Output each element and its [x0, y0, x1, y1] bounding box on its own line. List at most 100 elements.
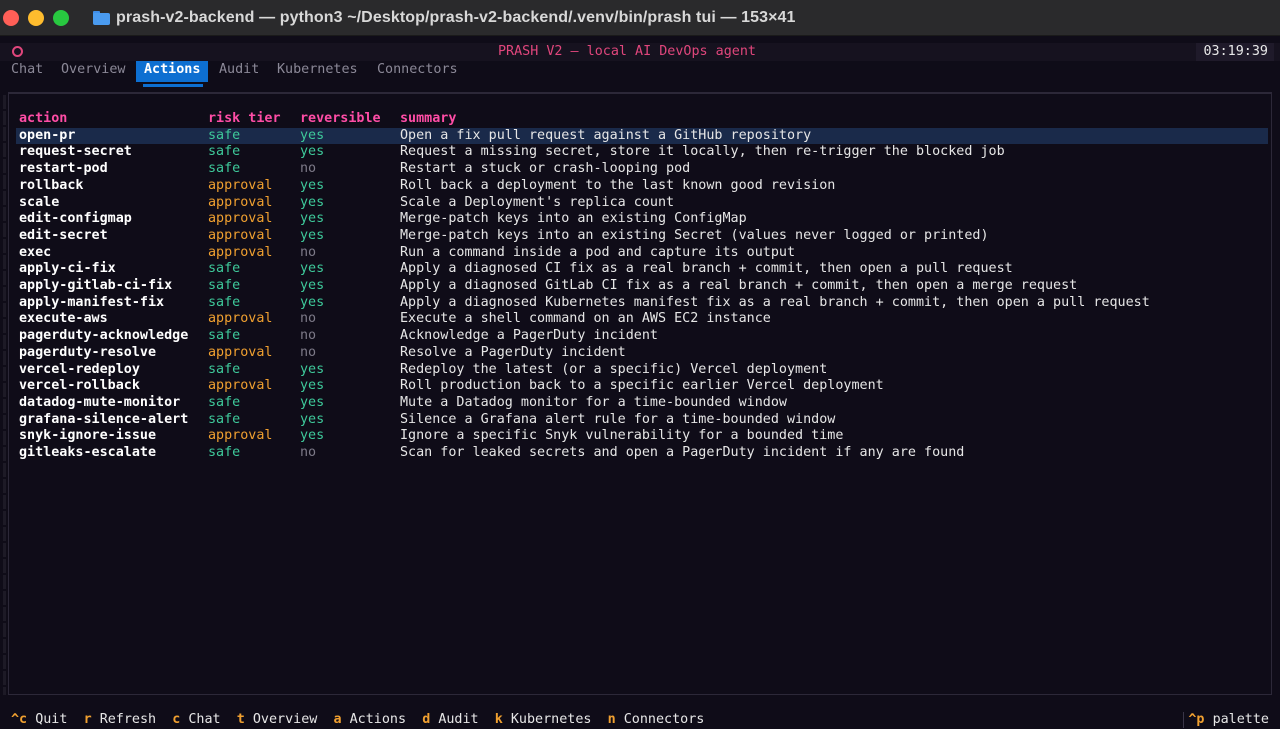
summary-cell: Redeploy the latest (or a specific) Verc… [400, 361, 828, 377]
summary-cell: Scan for leaked secrets and open a Pager… [400, 445, 965, 461]
risk-tier-cell: safe [208, 445, 241, 461]
risk-tier-cell: approval [208, 428, 273, 444]
reversible-cell: yes [300, 177, 325, 193]
risk-tier-cell: approval [208, 344, 273, 360]
table-row[interactable]: scale approval yes Scale a Deployment's rep… [16, 195, 1268, 212]
summary-cell: Merge-patch keys into an existing Config… [400, 211, 747, 227]
summary-cell: Scale a Deployment's replica count [400, 194, 675, 210]
table-row[interactable]: edit-configmap approval yes Merge-patch key… [16, 211, 1268, 228]
reversible-cell: yes [300, 261, 325, 277]
reversible-cell: yes [300, 411, 325, 427]
keybinding-connectors[interactable]: n Connectors [608, 712, 705, 727]
keybinding-label: Audit [438, 712, 479, 727]
action-cell: vercel-rollback [19, 378, 140, 394]
reversible-cell: yes [300, 211, 325, 227]
action-cell: vercel-redeploy [19, 361, 140, 377]
column-header-action[interactable]: action [16, 111, 208, 128]
action-cell: edit-secret [19, 227, 108, 243]
risk-tier-cell: approval [208, 227, 273, 243]
keybinding-label: Overview [252, 712, 318, 727]
risk-tier-cell: safe [208, 361, 241, 377]
keybinding-refresh[interactable]: r Refresh [84, 712, 157, 727]
keybinding-overview[interactable]: t Overview [237, 712, 318, 727]
table-row[interactable]: snyk-ignore-issue approval yes Ignore a spe… [16, 428, 1268, 445]
table-row[interactable]: restart-pod safe no Restart a stuck or cras… [16, 161, 1268, 178]
action-cell: open-pr [16, 127, 208, 145]
reversible-cell: no [300, 311, 317, 327]
keybinding-label: Quit [35, 712, 68, 727]
tab-audit[interactable]: Audit [219, 61, 259, 82]
summary-cell: Roll back a deployment to the last known… [400, 177, 836, 193]
table-row[interactable]: vercel-rollback approval yes Roll productio… [16, 378, 1268, 395]
table-row[interactable]: apply-gitlab-ci-fix safe yes Apply a diagno… [16, 278, 1268, 295]
tab-chat[interactable]: Chat [11, 61, 43, 82]
keybinding-kubernetes[interactable]: k Kubernetes [495, 712, 592, 727]
keybinding-key: a [333, 712, 342, 727]
keybinding-chat[interactable]: c Chat [172, 712, 220, 727]
summary-cell: Merge-patch keys into an existing Secret… [400, 227, 989, 243]
summary-cell: Acknowledge a PagerDuty incident [400, 328, 658, 344]
app-title: PRASH V2 — local AI DevOps agent [498, 44, 756, 59]
keybinding-label: Refresh [99, 712, 157, 727]
action-cell: request-secret [19, 144, 132, 160]
risk-tier-cell: approval [208, 378, 273, 394]
summary-cell: Ignore a specific Snyk vulnerability for… [400, 428, 844, 444]
table-row[interactable]: apply-manifest-fix safe yes Apply a diagnos… [16, 295, 1268, 312]
reversible-cell: yes [300, 294, 325, 310]
zoom-window-button[interactable] [53, 9, 69, 26]
minimize-window-button[interactable] [28, 9, 44, 26]
table-row[interactable]: pagerduty-resolve approval no Resolve a Pag… [16, 345, 1268, 362]
action-cell: scale [19, 194, 60, 210]
reversible-cell: no [300, 161, 317, 177]
reversible-cell: yes [300, 278, 325, 294]
keybinding-label: Actions [349, 712, 407, 727]
reversible-cell: no [300, 445, 317, 461]
column-header-summary[interactable]: summary [400, 111, 1268, 128]
palette-binding[interactable]: ^p palette [1188, 712, 1269, 727]
table-row[interactable]: open-pr safe yes Open a fix pull request ag… [16, 127, 1268, 145]
action-cell: apply-manifest-fix [19, 294, 165, 310]
column-header-reversible[interactable]: reversible [300, 111, 400, 128]
table-row[interactable]: request-secret safe yes Request a missing s… [16, 144, 1268, 161]
tab-kubernetes[interactable]: Kubernetes [277, 61, 358, 82]
table-row[interactable]: grafana-silence-alert safe yes Silence a Gr… [16, 412, 1268, 429]
keybinding-key: n [607, 712, 616, 727]
table-row[interactable]: execute-aws approval no Execute a shell com… [16, 311, 1268, 328]
summary-cell: Request a missing secret, store it local… [400, 144, 1005, 160]
tab-connectors[interactable]: Connectors [377, 61, 458, 82]
risk-tier-cell: approval [208, 244, 273, 260]
keybinding-audit[interactable]: d Audit [422, 712, 478, 727]
action-cell: grafana-silence-alert [19, 411, 189, 427]
action-cell: pagerduty-acknowledge [19, 328, 189, 344]
risk-tier-cell: safe [208, 161, 241, 177]
action-cell: rollback [19, 177, 84, 193]
keybinding-label: Chat [188, 712, 221, 727]
risk-tier-cell: safe [208, 411, 241, 427]
tab-overview[interactable]: Overview [61, 61, 126, 82]
action-cell: execute-aws [19, 311, 108, 327]
table-row[interactable]: apply-ci-fix safe yes Apply a diagnosed CI … [16, 261, 1268, 278]
folder-icon [93, 10, 110, 25]
table-row[interactable]: exec approval no Run a command inside a pod… [16, 245, 1268, 262]
keybinding-actions[interactable]: a Actions [334, 712, 407, 727]
reversible-cell: yes [300, 144, 325, 160]
summary-cell: Mute a Datadog monitor for a time-bounde… [400, 394, 787, 410]
table-row[interactable]: edit-secret approval yes Merge-patch keys i… [16, 228, 1268, 245]
window-title: prash-v2-backend — python3 ~/Desktop/pra… [116, 8, 796, 26]
keybinding-footer: ^c Quit r Refresh c Chat t Overview a Ac… [0, 710, 1280, 729]
risk-tier-cell: safe [208, 394, 241, 410]
table-row[interactable]: pagerduty-acknowledge safe no Acknowledge a… [16, 328, 1268, 345]
table-row[interactable]: gitleaks-escalate safe no Scan for leaked s… [16, 445, 1268, 462]
keybinding-quit[interactable]: ^c Quit [11, 712, 67, 727]
column-header-risk-tier[interactable]: risk tier [208, 111, 300, 128]
tab-actions[interactable]: Actions [136, 61, 209, 82]
table-row[interactable]: datadog-mute-monitor safe yes Mute a Datado… [16, 395, 1268, 412]
reversible-cell: no [300, 328, 317, 344]
table-row[interactable]: rollback approval yes Roll back a deploymen… [16, 178, 1268, 195]
action-cell: gitleaks-escalate [19, 445, 157, 461]
keybinding-key: d [422, 712, 431, 727]
table-row[interactable]: vercel-redeploy safe yes Redeploy the lates… [16, 362, 1268, 379]
summary-cell: Silence a Grafana alert rule for a time-… [400, 411, 836, 427]
reversible-cell: yes [300, 428, 325, 444]
close-window-button[interactable] [3, 9, 19, 26]
